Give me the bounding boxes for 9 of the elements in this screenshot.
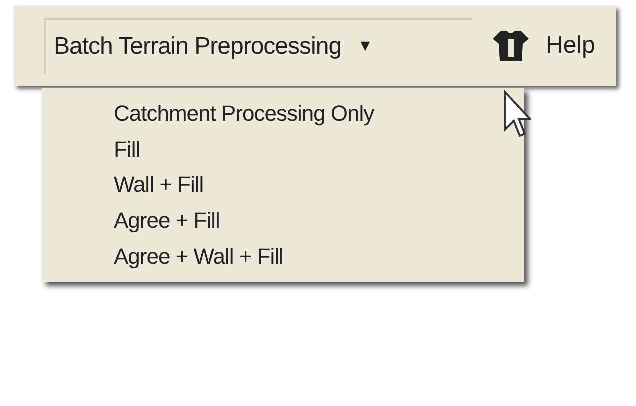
toolbar-dropdown[interactable]: Batch Terrain Preprocessing ▼: [44, 18, 472, 74]
t-shirt-icon: [492, 29, 530, 63]
mouse-cursor-icon: [503, 90, 531, 140]
menu-item[interactable]: Agree + Fill: [114, 204, 220, 238]
help-button[interactable]: Help: [542, 28, 600, 64]
menu-item[interactable]: Agree + Wall + Fill: [114, 240, 284, 273]
menu-item[interactable]: Catchment Processing Only: [114, 97, 374, 130]
menu-item[interactable]: Fill: [114, 132, 140, 166]
menu-item[interactable]: Wall + Fill: [114, 168, 204, 202]
